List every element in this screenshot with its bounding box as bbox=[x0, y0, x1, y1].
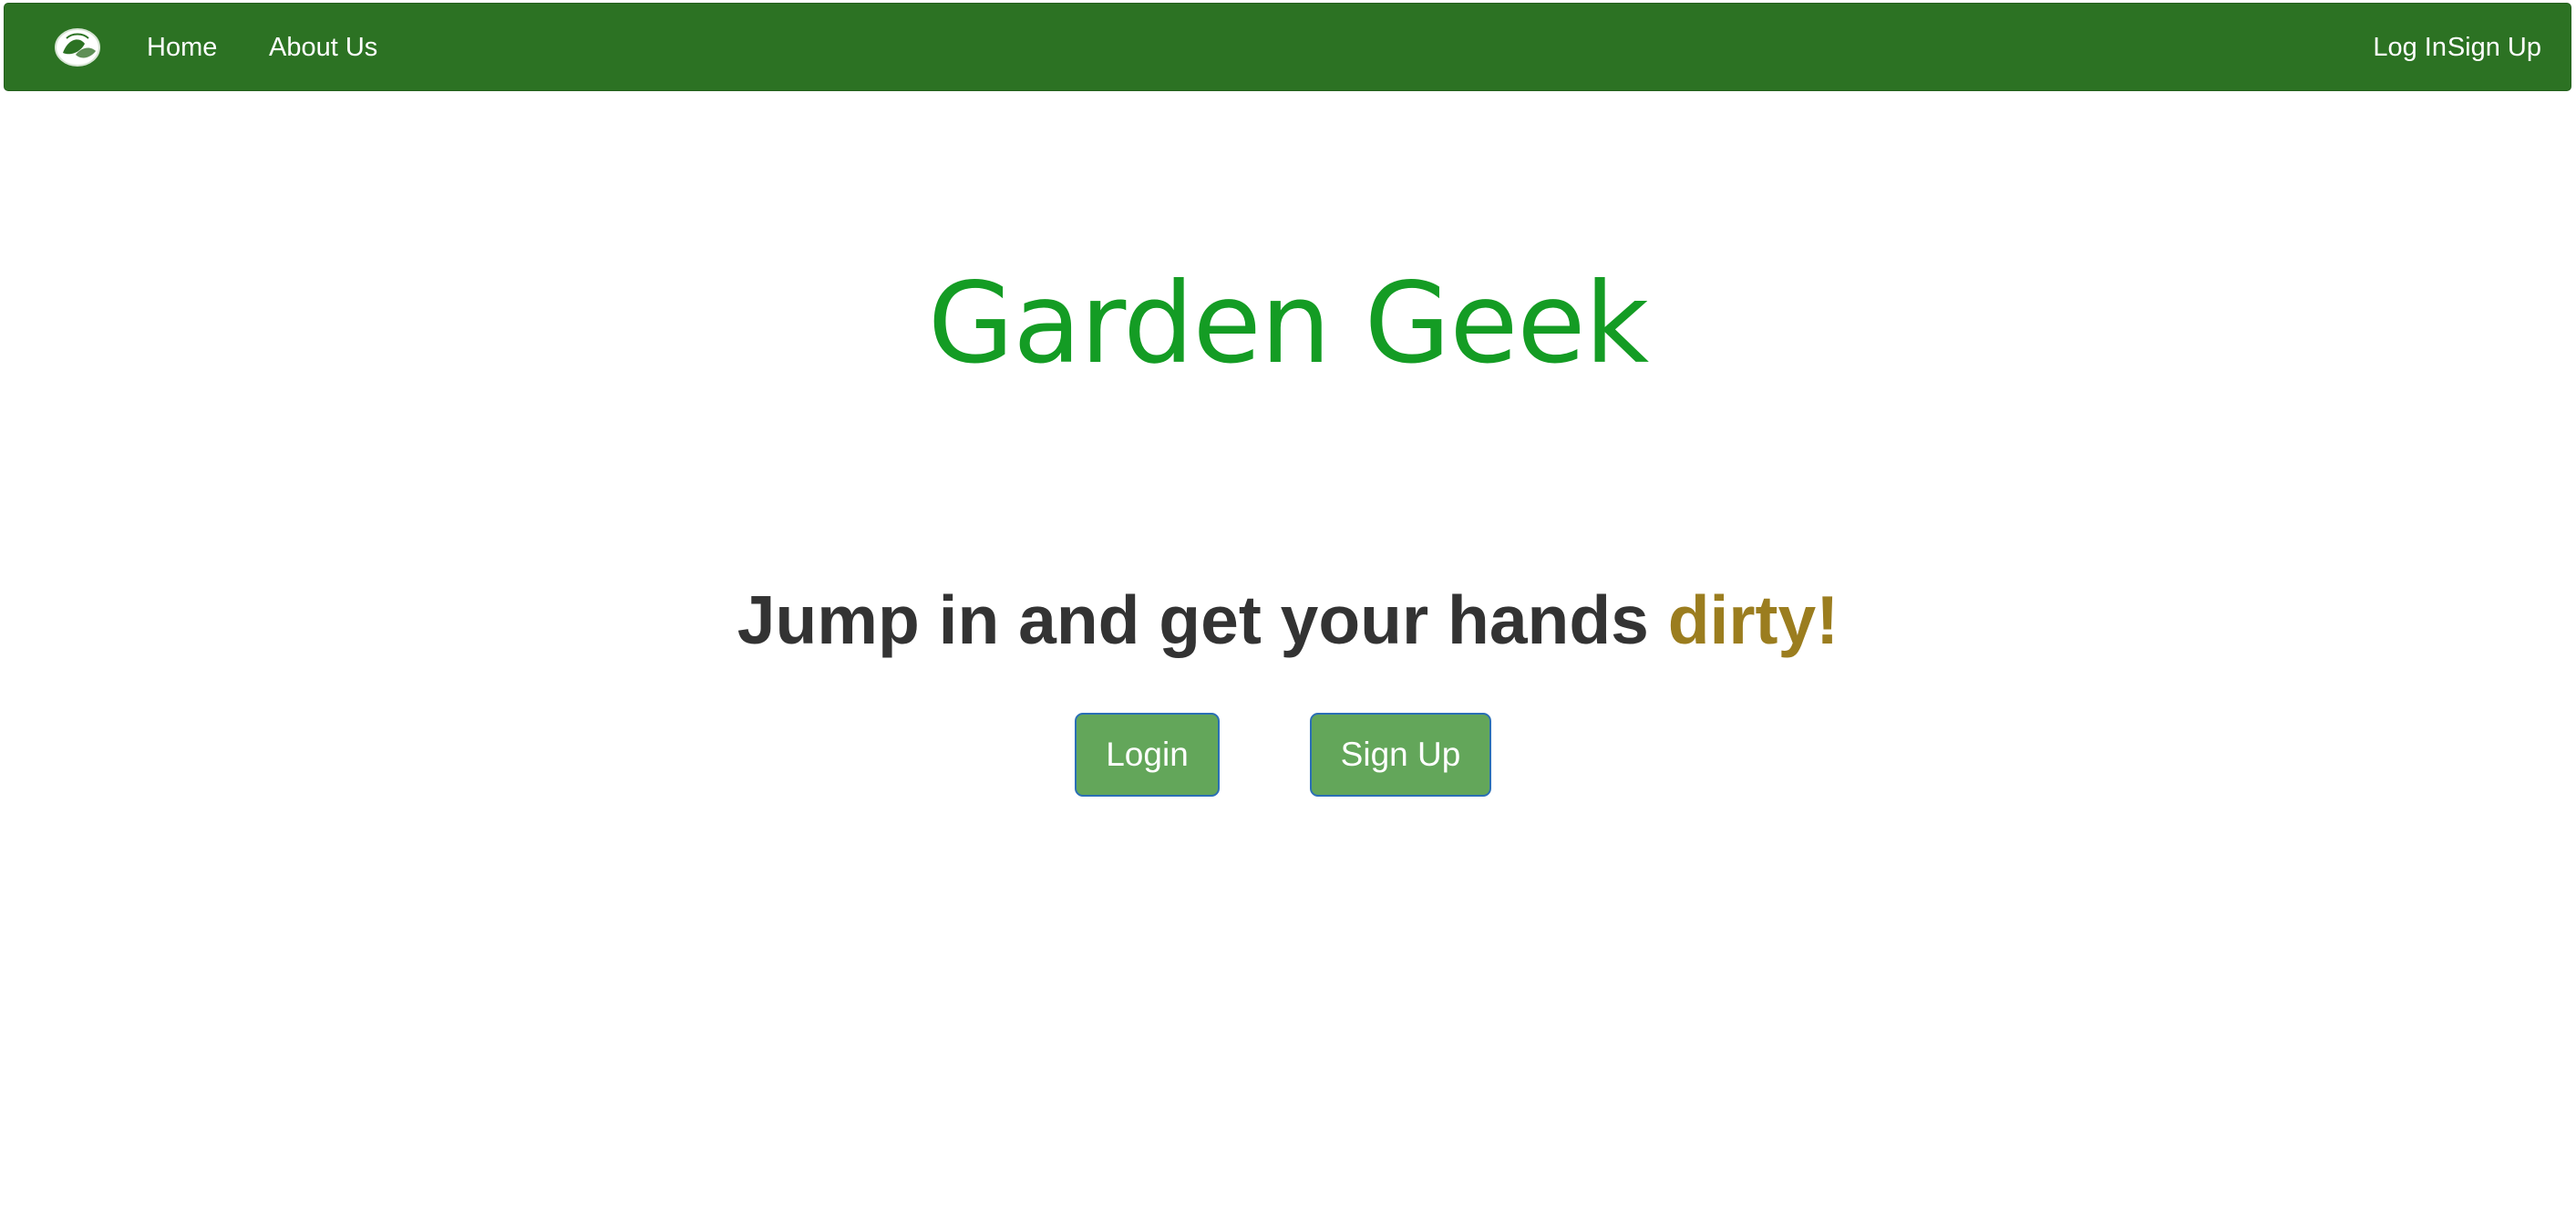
tagline-main-text: Jump in and get your hands bbox=[737, 582, 1668, 658]
top-navbar: Home About Us Log In Sign Up bbox=[4, 3, 2571, 91]
globe-leaf-logo-icon[interactable] bbox=[54, 27, 101, 67]
nav-home-link[interactable]: Home bbox=[147, 4, 217, 92]
nav-log-in-link[interactable]: Log In bbox=[2373, 4, 2447, 92]
tagline: Jump in and get your hands dirty! bbox=[0, 579, 2576, 661]
nav-about-us-link[interactable]: About Us bbox=[269, 4, 377, 92]
site-title: Garden Geek bbox=[927, 259, 1649, 388]
login-button[interactable]: Login bbox=[1075, 713, 1220, 797]
tagline-accent-text: dirty! bbox=[1667, 582, 1839, 658]
sign-up-button[interactable]: Sign Up bbox=[1310, 713, 1491, 797]
nav-sign-up-link[interactable]: Sign Up bbox=[2447, 4, 2541, 92]
